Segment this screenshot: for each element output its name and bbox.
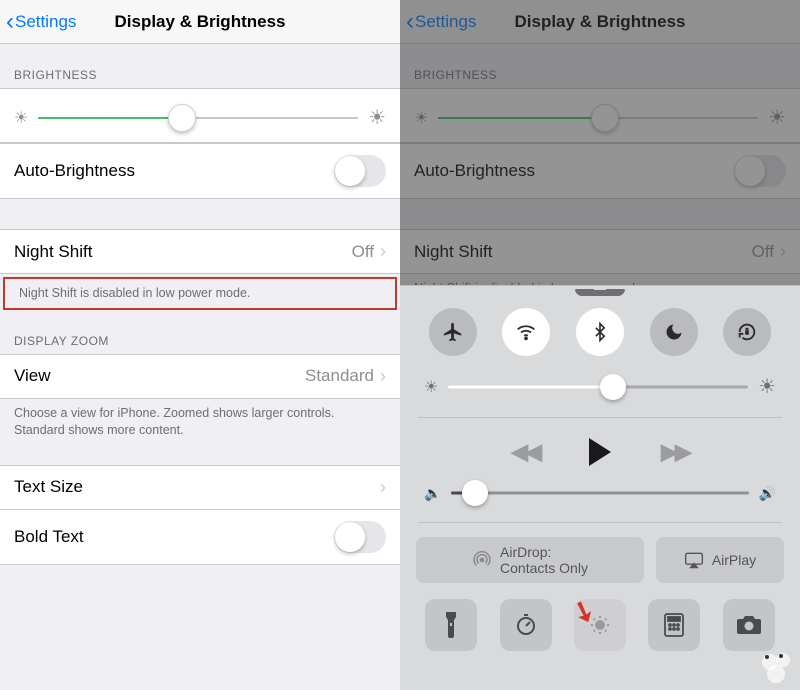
watermark-icon (754, 644, 798, 688)
wifi-icon (515, 321, 537, 343)
brightness-section-label: BRIGHTNESS (400, 44, 800, 88)
timer-button[interactable] (500, 599, 552, 651)
night-shift-label: Night Shift (414, 242, 492, 262)
flashlight-icon (442, 612, 460, 638)
wifi-toggle[interactable] (502, 308, 550, 356)
airdrop-title: AirDrop: (500, 544, 588, 560)
airplane-toggle[interactable] (429, 308, 477, 356)
moon-icon (664, 322, 684, 342)
calculator-icon (664, 613, 684, 637)
airdrop-subtitle: Contacts Only (500, 560, 588, 576)
brightness-section-label: BRIGHTNESS (0, 44, 400, 88)
settings-screen-left: ‹ Settings Display & Brightness BRIGHTNE… (0, 0, 400, 690)
sun-low-icon: ☀︎ (14, 108, 28, 128)
bold-text-label: Bold Text (14, 527, 84, 547)
sun-low-icon: ☀︎ (414, 108, 428, 128)
back-button[interactable]: ‹ Settings (6, 10, 76, 34)
chevron-right-icon: › (380, 477, 386, 498)
back-label: Settings (15, 12, 76, 32)
cc-brightness-slider[interactable] (448, 376, 748, 398)
cc-air-row: AirDrop: Contacts Only AirPlay (400, 527, 800, 593)
display-zoom-section-label: DISPLAY ZOOM (0, 310, 400, 354)
auto-brightness-switch[interactable] (334, 155, 386, 187)
auto-brightness-row: Auto-Brightness (400, 143, 800, 199)
cc-bottom-row (400, 593, 800, 665)
airdrop-button[interactable]: AirDrop: Contacts Only (416, 537, 644, 583)
grabber-handle[interactable] (580, 290, 620, 296)
auto-brightness-label: Auto-Brightness (414, 161, 535, 181)
sun-high-icon: ☀︎ (768, 105, 786, 130)
volume-high-icon: 🔊 (759, 485, 776, 502)
text-size-label: Text Size (14, 477, 83, 497)
settings-screen-right: ‹ Settings Display & Brightness BRIGHTNE… (400, 0, 800, 690)
navbar: ‹ Settings Display & Brightness (400, 0, 800, 44)
night-shift-note: Night Shift is disabled in low power mod… (5, 279, 395, 308)
auto-brightness-switch[interactable] (734, 155, 786, 187)
cc-volume-slider[interactable] (451, 482, 748, 504)
airdrop-icon (472, 550, 492, 570)
chevron-right-icon: › (780, 241, 786, 262)
calculator-button[interactable] (648, 599, 700, 651)
navbar: ‹ Settings Display & Brightness (0, 0, 400, 44)
highlight-annotation: Night Shift is disabled in low power mod… (3, 277, 397, 310)
view-note: Choose a view for iPhone. Zoomed shows l… (0, 399, 400, 439)
page-title: Display & Brightness (470, 12, 730, 32)
airplay-button[interactable]: AirPlay (656, 537, 784, 583)
brightness-slider[interactable] (38, 106, 358, 130)
flashlight-button[interactable] (425, 599, 477, 651)
volume-low-icon: 🔈 (424, 485, 441, 502)
sun-high-icon: ☀︎ (368, 105, 386, 130)
airplay-label: AirPlay (712, 552, 756, 568)
text-size-row[interactable]: Text Size › (0, 465, 400, 510)
control-center: ☀︎ ☀︎ ◀◀ ▶▶ 🔈 🔊 (400, 285, 800, 690)
bold-text-row: Bold Text (0, 510, 400, 565)
prev-track-button[interactable]: ◀◀ (511, 439, 539, 465)
airplay-icon (684, 551, 704, 569)
play-button[interactable] (589, 438, 611, 466)
airplane-icon (442, 321, 464, 343)
timer-icon (514, 613, 538, 637)
night-shift-row[interactable]: Night Shift Off › (400, 229, 800, 274)
brightness-slider-row: ☀︎ ☀︎ (0, 88, 400, 143)
sun-high-icon: ☀︎ (758, 374, 776, 399)
cc-volume-row: 🔈 🔊 (400, 476, 800, 518)
cc-brightness-row: ☀︎ ☀︎ (400, 360, 800, 413)
camera-icon (736, 615, 762, 635)
night-shift-label: Night Shift (14, 242, 92, 262)
back-label: Settings (415, 12, 476, 32)
dnd-toggle[interactable] (650, 308, 698, 356)
cc-media-controls: ◀◀ ▶▶ (400, 422, 800, 476)
view-row[interactable]: View Standard › (0, 354, 400, 399)
bluetooth-toggle[interactable] (576, 308, 624, 356)
chevron-left-icon: ‹ (6, 10, 14, 34)
bold-text-switch[interactable] (334, 521, 386, 553)
auto-brightness-label: Auto-Brightness (14, 161, 135, 181)
rotation-lock-toggle[interactable] (723, 308, 771, 356)
next-track-button[interactable]: ▶▶ (661, 439, 689, 465)
view-value: Standard (305, 366, 374, 386)
cc-toggle-row (400, 304, 800, 360)
night-shift-value: Off (352, 242, 374, 262)
chevron-left-icon: ‹ (406, 10, 414, 34)
night-shift-row[interactable]: Night Shift Off › (0, 229, 400, 274)
auto-brightness-row: Auto-Brightness (0, 143, 400, 199)
back-button[interactable]: ‹ Settings (406, 10, 476, 34)
view-label: View (14, 366, 51, 386)
rotation-lock-icon (736, 321, 758, 343)
sun-low-icon: ☀︎ (424, 377, 438, 397)
bluetooth-icon (590, 321, 610, 343)
chevron-right-icon: › (380, 241, 386, 262)
brightness-slider[interactable] (438, 106, 758, 130)
brightness-slider-row: ☀︎ ☀︎ (400, 88, 800, 143)
chevron-right-icon: › (380, 366, 386, 387)
night-shift-value: Off (752, 242, 774, 262)
